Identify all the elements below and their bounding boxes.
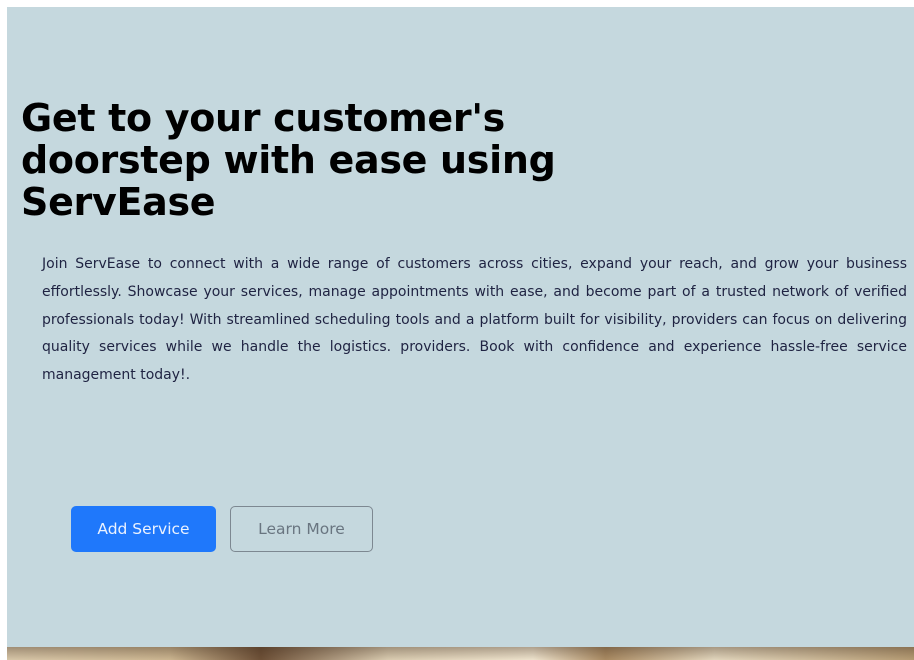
- hero-description: Join ServEase to connect with a wide ran…: [42, 256, 907, 384]
- add-service-button[interactable]: Add Service: [71, 506, 216, 552]
- hero-title-line-2: doorstep with ease using: [21, 138, 556, 182]
- hero-title-line-3: ServEase: [21, 180, 216, 224]
- hero-title: Get to your customer's doorstep with ease…: [21, 97, 621, 223]
- hero-title-line-1: Get to your customer's: [21, 96, 505, 140]
- image-shade: [7, 647, 914, 660]
- learn-more-button[interactable]: Learn More: [230, 506, 373, 552]
- background-image-strip: [7, 647, 914, 660]
